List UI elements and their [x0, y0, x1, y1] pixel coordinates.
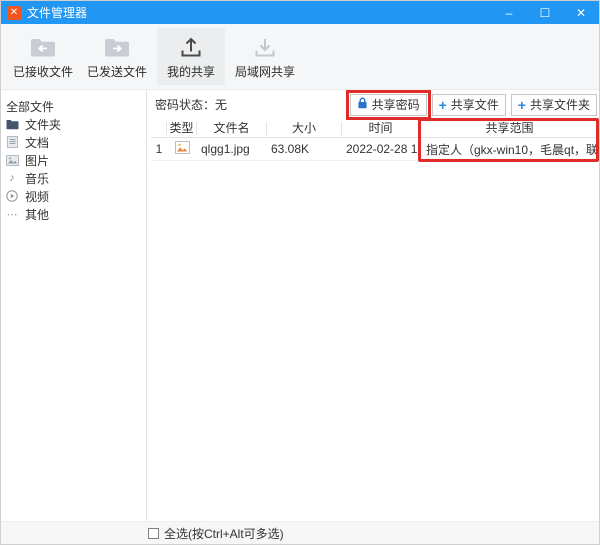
sidebar-item-pictures[interactable]: 图片: [5, 151, 146, 169]
main-panel: 密码状态：无 共享密码 + 共享文件 + 共享文件夹: [147, 90, 599, 521]
column-header-index: [151, 122, 167, 135]
toolbar-label: 我的共享: [167, 63, 215, 80]
picture-icon: [5, 155, 19, 166]
sidebar-item-videos[interactable]: 视频: [5, 187, 146, 205]
lock-icon: [357, 97, 368, 112]
window-controls: – ☐ ✕: [491, 1, 599, 24]
sidebar-item-label: 音乐: [25, 170, 49, 187]
sidebar-item-folders[interactable]: 文件夹: [5, 115, 146, 133]
plus-icon: +: [518, 98, 526, 112]
cell-time: 2022-02-28 1...: [342, 142, 420, 156]
share-actions: 共享密码 + 共享文件 + 共享文件夹: [350, 94, 597, 116]
sidebar-item-music[interactable]: ♪ 音乐: [5, 169, 146, 187]
folder-receive-icon: [29, 34, 57, 58]
button-label: 共享密码: [372, 96, 420, 113]
minimize-button[interactable]: –: [491, 1, 527, 24]
title-bar: ✕ 文件管理器 – ☐ ✕: [1, 1, 599, 24]
download-icon: [252, 34, 278, 58]
sidebar: 全部文件 文件夹 文档 图片 ♪ 音乐 视频: [1, 90, 147, 521]
video-icon: [5, 190, 19, 202]
button-label: 共享文件: [451, 96, 499, 113]
cell-size: 63.08K: [267, 142, 342, 156]
column-header-time[interactable]: 时间: [342, 122, 420, 135]
column-header-filename[interactable]: 文件名: [197, 122, 267, 135]
share-file-button[interactable]: + 共享文件: [432, 94, 506, 116]
plus-icon: +: [439, 98, 447, 112]
more-icon: ⋯: [5, 208, 19, 221]
sidebar-item-all-files[interactable]: 全部文件: [5, 97, 146, 115]
cell-share-scope: 指定人（gkx-win10，毛晨qt，联想-pc...: [420, 141, 599, 158]
toolbar-label: 已发送文件: [87, 63, 147, 80]
select-all-label: 全选(按Ctrl+Alt可多选): [164, 525, 284, 542]
toolbar-item-sent-files[interactable]: 已发送文件: [83, 28, 151, 85]
share-folder-button[interactable]: + 共享文件夹: [511, 94, 597, 116]
folder-send-icon: [103, 34, 131, 58]
toolbar-label: 已接收文件: [13, 63, 73, 80]
music-icon: ♪: [5, 172, 19, 184]
image-file-icon: [167, 141, 197, 157]
toolbar-item-lan-share[interactable]: 局域网共享: [231, 28, 299, 85]
document-icon: [5, 136, 19, 148]
shared-files-table: 类型 文件名 大小 时间 共享范围 1 qlgg1.jpg 63.08K 202…: [151, 119, 599, 161]
folder-icon: [5, 119, 19, 130]
sidebar-item-label: 文档: [25, 134, 49, 151]
toolbar-label: 局域网共享: [235, 63, 295, 80]
toolbar-item-received-files[interactable]: 已接收文件: [9, 28, 77, 85]
sidebar-item-documents[interactable]: 文档: [5, 133, 146, 151]
column-header-scope[interactable]: 共享范围: [420, 122, 599, 135]
column-header-type[interactable]: 类型: [167, 122, 197, 135]
file-manager-window: ✕ 文件管理器 – ☐ ✕ 已接收文件 已发送: [0, 0, 600, 545]
table-row[interactable]: 1 qlgg1.jpg 63.08K 2022-02-28 1... 指定人（g…: [151, 138, 599, 161]
column-header-size[interactable]: 大小: [267, 122, 342, 135]
sidebar-item-label: 全部文件: [6, 98, 54, 115]
row-index: 1: [151, 142, 167, 156]
close-button[interactable]: ✕: [563, 1, 599, 24]
sidebar-item-others[interactable]: ⋯ 其他: [5, 205, 146, 223]
sidebar-item-label: 视频: [25, 188, 49, 205]
bottom-bar: 全选(按Ctrl+Alt可多选): [1, 521, 599, 544]
status-row: 密码状态：无 共享密码 + 共享文件 + 共享文件夹: [147, 90, 599, 119]
button-label: 共享文件夹: [530, 96, 590, 113]
select-all-checkbox[interactable]: [148, 528, 159, 539]
sidebar-item-label: 图片: [25, 152, 49, 169]
sidebar-item-label: 其他: [25, 206, 49, 223]
maximize-button[interactable]: ☐: [527, 1, 563, 24]
sidebar-item-label: 文件夹: [25, 116, 61, 133]
toolbar: 已接收文件 已发送文件 我的共享: [1, 24, 599, 90]
cell-filename: qlgg1.jpg: [197, 142, 267, 156]
password-status: 密码状态：无: [155, 96, 227, 113]
upload-icon: [178, 34, 204, 58]
table-header-row: 类型 文件名 大小 时间 共享范围: [151, 119, 599, 138]
share-password-button[interactable]: 共享密码: [350, 94, 427, 116]
toolbar-item-my-shares[interactable]: 我的共享: [157, 28, 225, 85]
app-logo-icon: ✕: [7, 6, 21, 20]
window-title: 文件管理器: [27, 4, 87, 21]
